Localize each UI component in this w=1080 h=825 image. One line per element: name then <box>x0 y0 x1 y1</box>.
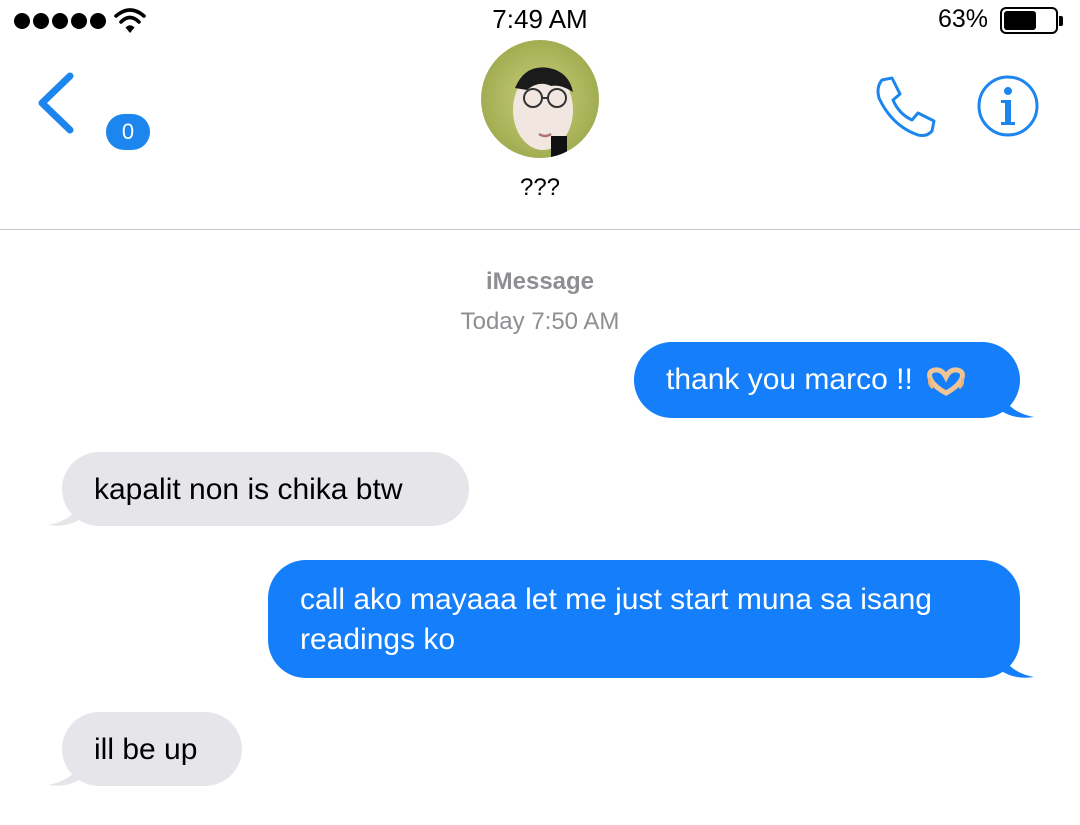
phone-icon[interactable] <box>872 74 938 140</box>
battery-icon <box>1000 7 1063 34</box>
message-text-line: readings ko <box>300 623 456 656</box>
message-bubble-received[interactable]: ill be up <box>62 712 242 786</box>
unread-count-badge: 0 <box>106 114 150 150</box>
contact-name[interactable]: ??? <box>0 174 1080 202</box>
message-bubble-sent[interactable]: call ako mayaaa let me just start muna s… <box>268 560 1020 678</box>
service-label: iMessage <box>485 268 595 295</box>
thread-timestamp: Today 7:50 AM <box>460 308 620 335</box>
status-bar: 7:49 AM 63% <box>0 0 1080 40</box>
message-bubble-sent[interactable]: thank you marco !! <box>634 342 1020 418</box>
avatar-photo <box>481 40 599 158</box>
heart-hands-icon <box>927 367 966 396</box>
contact-avatar[interactable] <box>481 40 599 158</box>
message-bubble-received[interactable]: kapalit non is chika btw <box>62 452 469 526</box>
back-button[interactable]: 0 <box>36 72 150 150</box>
battery-percent: 63% <box>937 5 988 33</box>
info-icon[interactable] <box>976 74 1040 138</box>
message-text-line: call ako mayaaa let me just start muna s… <box>300 583 932 616</box>
message-text: thank you marco !! <box>666 363 913 396</box>
conversation-header: 0 ??? <box>0 40 1080 230</box>
message-text: kapalit non is chika btw <box>94 473 403 506</box>
message-text: ill be up <box>94 733 198 766</box>
chevron-left-icon <box>38 72 74 134</box>
battery-level <box>1004 11 1036 30</box>
status-time: 7:49 AM <box>492 4 588 34</box>
messages-screen: 7:49 AM 63% 0 ??? iMessage Today 7:50 AM… <box>0 0 1080 825</box>
